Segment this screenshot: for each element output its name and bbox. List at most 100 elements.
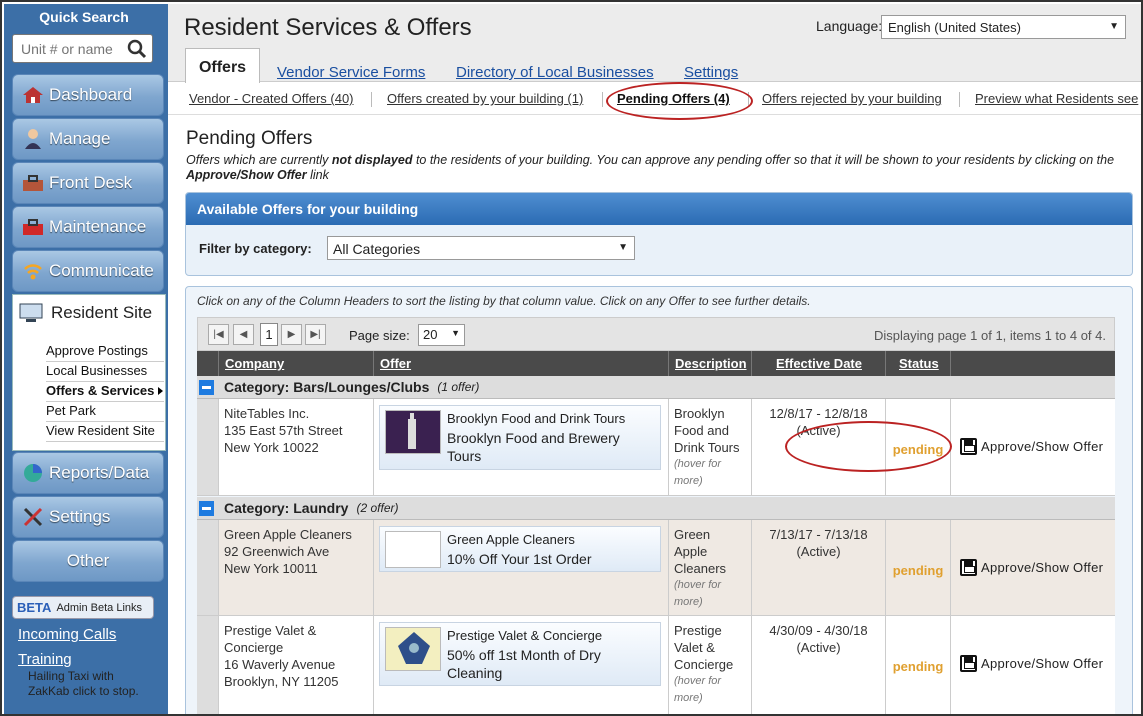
- last-page-icon[interactable]: ▶|: [305, 324, 326, 345]
- hover-hint[interactable]: (hover for more): [674, 673, 746, 707]
- filter-label: Filter by category:: [199, 241, 312, 256]
- approve-label: Approve/Show Offer: [981, 439, 1104, 454]
- category-row: Category: Bars/Lounges/Clubs (1 offer): [197, 376, 1115, 399]
- action-cell: Approve/Show Offer: [950, 616, 1115, 714]
- category-filter-select[interactable]: All Categories ▼: [327, 236, 635, 260]
- person-icon: [22, 128, 44, 150]
- beta-badge: BETA: [17, 600, 52, 615]
- col-offer[interactable]: Offer: [373, 351, 411, 376]
- chevron-down-icon: ▼: [618, 242, 628, 253]
- save-icon: [960, 655, 977, 672]
- nav-other[interactable]: Other: [12, 540, 164, 582]
- table-row[interactable]: NiteTables Inc. 135 East 57th Street New…: [197, 399, 1115, 496]
- company-city: Brooklyn, NY 11205: [224, 674, 339, 689]
- beta-links-label: Admin Beta Links: [56, 601, 143, 614]
- nav-dashboard-label: Dashboard: [49, 85, 133, 104]
- description-text: Drink Tours: [674, 440, 740, 455]
- language-select[interactable]: English (United States) ▼: [881, 15, 1126, 39]
- company-cell: Green Apple Cleaners 92 Greenwich Ave Ne…: [218, 520, 373, 615]
- hover-hint[interactable]: (hover for more): [674, 456, 746, 490]
- nav-communicate-label: Communicate: [49, 261, 154, 280]
- broken-image-alt-text[interactable]: Hailing Taxi with ZakKab click to stop.: [28, 669, 148, 699]
- grid-hint: Click on any of the Column Headers to so…: [197, 294, 811, 308]
- nav-dashboard[interactable]: Dashboard: [12, 74, 164, 116]
- col-company[interactable]: Company: [218, 351, 284, 376]
- tab-vendor-service-forms[interactable]: Vendor Service Forms: [277, 64, 425, 81]
- collapse-icon[interactable]: [199, 500, 214, 516]
- offer-card[interactable]: Green Apple Cleaners 10% Off Your 1st Or…: [379, 526, 661, 572]
- sidebar-item-approve-postings[interactable]: Approve Postings: [46, 342, 164, 362]
- approve-show-offer-link[interactable]: Approve/Show Offer: [960, 655, 1103, 672]
- sidebar-item-pet-park[interactable]: Pet Park: [46, 402, 164, 422]
- subtab-created-by-building[interactable]: Offers created by your building (1): [387, 91, 583, 106]
- prev-page-icon[interactable]: ◀: [233, 324, 254, 345]
- subtab-preview[interactable]: Preview what Residents see: [975, 91, 1138, 106]
- company-address: 92 Greenwich Ave: [224, 544, 330, 559]
- subtab-rejected[interactable]: Offers rejected by your building: [762, 91, 942, 106]
- approve-show-offer-link[interactable]: Approve/Show Offer: [960, 559, 1103, 576]
- chevron-down-icon: ▼: [451, 328, 460, 338]
- col-status[interactable]: Status: [885, 351, 950, 376]
- offer-card[interactable]: Brooklyn Food and Drink Tours Brooklyn F…: [379, 405, 661, 470]
- status-cell: pending: [885, 616, 950, 714]
- description-text: Food and: [674, 423, 729, 438]
- tab-directory-local-businesses[interactable]: Directory of Local Businesses: [456, 64, 654, 81]
- nav-communicate[interactable]: Communicate: [12, 250, 164, 292]
- description-text: Prestige: [674, 623, 722, 638]
- incoming-calls-link[interactable]: Incoming Calls: [18, 626, 116, 643]
- resident-site-header[interactable]: Resident Site: [19, 303, 152, 323]
- first-page-icon[interactable]: |◀: [208, 324, 229, 345]
- table-row[interactable]: Prestige Valet & Concierge 16 Waverly Av…: [197, 616, 1115, 714]
- row-gutter: [197, 616, 218, 714]
- next-page-icon[interactable]: ▶: [281, 324, 302, 345]
- hover-hint[interactable]: (hover for more): [674, 577, 746, 611]
- chevron-down-icon: ▼: [1109, 21, 1119, 32]
- col-effective-date[interactable]: Effective Date: [751, 351, 885, 376]
- approve-label: Approve/Show Offer: [981, 560, 1104, 575]
- col-description[interactable]: Description: [668, 351, 747, 376]
- offer-cell: Green Apple Cleaners 10% Off Your 1st Or…: [373, 520, 668, 615]
- offer-cell: Brooklyn Food and Drink Tours Brooklyn F…: [373, 399, 668, 495]
- divider: [371, 92, 372, 107]
- quick-search-input[interactable]: [13, 35, 125, 62]
- language-value: English (United States): [888, 20, 1021, 35]
- subtab-vendor-created[interactable]: Vendor - Created Offers (40): [189, 91, 354, 106]
- description-text: Cleaners: [674, 561, 727, 576]
- approve-show-offer-link[interactable]: Approve/Show Offer: [960, 438, 1103, 455]
- search-icon[interactable]: [126, 39, 148, 59]
- sidebar-item-offers-services[interactable]: Offers & Services: [46, 382, 164, 402]
- nav-maintenance[interactable]: Maintenance: [12, 206, 164, 248]
- desc-text: to the residents of your building. You c…: [412, 153, 1115, 167]
- offer-card[interactable]: Prestige Valet & Concierge 50% off 1st M…: [379, 622, 661, 686]
- collapse-icon[interactable]: [199, 379, 214, 395]
- nav-manage[interactable]: Manage: [12, 118, 164, 160]
- nav-front-desk-label: Front Desk: [49, 173, 133, 192]
- company-cell: NiteTables Inc. 135 East 57th Street New…: [218, 399, 373, 495]
- training-link[interactable]: Training: [18, 651, 72, 668]
- page-size-select[interactable]: 20 ▼: [418, 324, 465, 346]
- tab-settings[interactable]: Settings: [684, 64, 738, 81]
- nav-reports-data[interactable]: Reports/Data: [12, 452, 164, 494]
- page-number[interactable]: 1: [260, 323, 278, 346]
- nav-settings[interactable]: Settings: [12, 496, 164, 538]
- tab-offers[interactable]: Offers: [185, 48, 260, 83]
- nav-front-desk[interactable]: Front Desk: [12, 162, 164, 204]
- annotation-circle: [785, 421, 952, 472]
- tab-offers-label: Offers: [198, 59, 247, 76]
- beta-links-button[interactable]: BETA Admin Beta Links: [12, 596, 154, 619]
- resident-site-label: Resident Site: [51, 303, 153, 322]
- language-label: Language:: [816, 18, 883, 34]
- category-name: Category: Bars/Lounges/Clubs: [224, 379, 430, 395]
- nav-reports-data-label: Reports/Data: [49, 463, 150, 482]
- page-size-label: Page size:: [349, 328, 410, 343]
- company-cell: Prestige Valet & Concierge 16 Waverly Av…: [218, 616, 373, 714]
- sidebar-item-local-businesses[interactable]: Local Businesses: [46, 362, 164, 382]
- house-icon: [22, 84, 44, 106]
- sidebar-item-view-resident-site[interactable]: View Resident Site: [46, 422, 164, 442]
- description-text: Apple: [674, 544, 708, 559]
- pager-info: Displaying page 1 of 1, items 1 to 4 of …: [874, 328, 1106, 343]
- offer-thumbnail: [385, 410, 441, 454]
- tools-icon: [22, 506, 44, 528]
- table-row[interactable]: Green Apple Cleaners 92 Greenwich Ave Ne…: [197, 520, 1115, 616]
- save-icon: [960, 438, 977, 455]
